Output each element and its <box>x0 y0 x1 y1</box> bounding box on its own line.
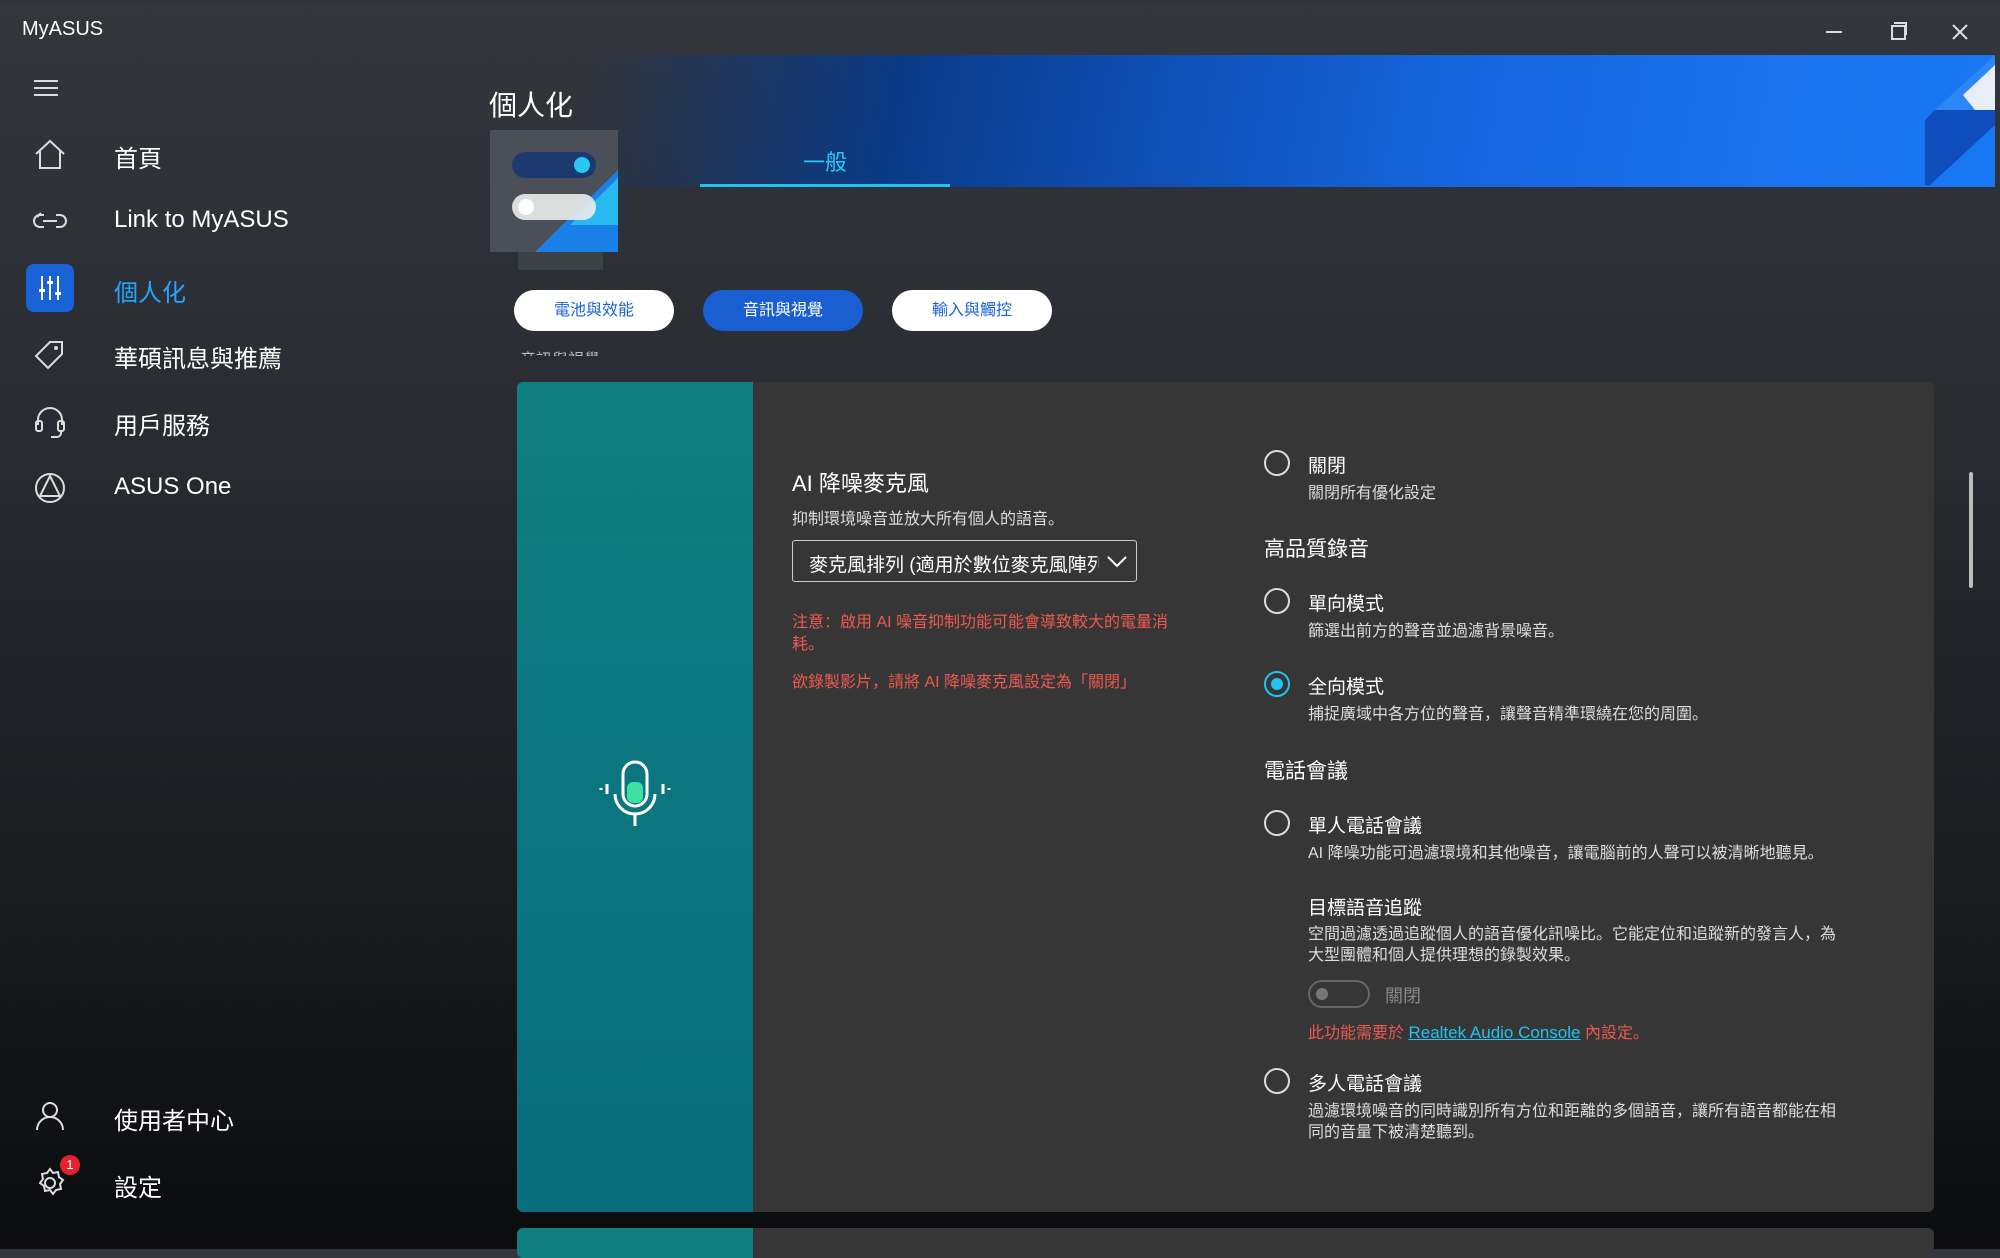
tag-icon <box>26 330 74 378</box>
toggle-knob <box>1316 988 1328 1000</box>
multi-call-radio[interactable] <box>1264 1068 1290 1094</box>
card-feature-panel <box>517 382 753 1212</box>
unidirectional-option-description: 篩選出前方的聲音並過濾背景噪音。 <box>1308 623 1565 640</box>
sliders-icon <box>26 264 74 312</box>
ai-mic-title: AI 降噪麥克風 <box>792 471 929 496</box>
sidebar-item-settings[interactable]: 1 設定 <box>20 1155 460 1211</box>
scrollbar-thumb[interactable] <box>1969 472 1973 588</box>
ai-mic-description: 抑制環境噪音並放大所有個人的語音。 <box>792 511 1065 528</box>
sidebar-item-home[interactable]: 首頁 <box>20 126 460 182</box>
asus-one-icon <box>26 464 74 512</box>
realtek-requirement-note: 此功能需要於 Realtek Audio Console 內設定。 <box>1308 1019 1649 1043</box>
power-warning-text: 注意：啟用 AI 噪音抑制功能可能會導致較大的電量消耗。 <box>792 614 1169 653</box>
app-title: MyASUS <box>22 18 104 40</box>
page-title: 個人化 <box>489 90 574 121</box>
minimize-icon <box>1826 31 1842 33</box>
next-card <box>517 1228 1934 1258</box>
voice-tracking-toggle-label: 關閉 <box>1385 986 1421 1006</box>
sidebar-item-personalization[interactable]: 個人化 <box>20 260 460 316</box>
close-icon <box>1952 24 1968 40</box>
off-radio[interactable] <box>1264 450 1290 476</box>
unidirectional-radio[interactable] <box>1264 588 1290 614</box>
sidebar-item-label: Link to MyASUS <box>114 206 289 233</box>
voice-tracking-title: 目標語音追蹤 <box>1308 898 1423 919</box>
sidebar-item-label: 首頁 <box>114 146 162 173</box>
sidebar-item-user-center[interactable]: 使用者中心 <box>20 1088 460 1144</box>
mic-array-dropdown[interactable]: 麥克風排列 (適用於數位麥克風陣列) <box>792 540 1137 582</box>
sidebar-item-label: 設定 <box>114 1175 162 1202</box>
off-option-label: 關閉 <box>1308 456 1347 477</box>
banner-corner-decoration <box>1925 55 1995 185</box>
chevron-down-icon <box>1107 556 1127 568</box>
sidebar-item-label: 用戶服務 <box>114 413 210 440</box>
requirement-suffix: 內設定。 <box>1584 1025 1649 1042</box>
sidebar-item-asus-one[interactable]: ASUS One <box>20 460 460 516</box>
toggle-illustration <box>490 130 618 270</box>
sidebar-item-link[interactable]: Link to MyASUS <box>20 193 460 249</box>
recording-warning-text: 欲錄製影片，請將 AI 降噪麥克風設定為「關閉」 <box>792 674 1137 691</box>
unidirectional-option-label: 單向模式 <box>1308 594 1385 615</box>
sidebar-item-label: 華碩訊息與推薦 <box>114 346 282 373</box>
conference-call-heading: 電話會議 <box>1264 760 1348 783</box>
microphone-icon <box>599 760 671 826</box>
user-icon <box>26 1092 74 1140</box>
voice-tracking-description: 空間過濾透過追蹤個人的語音優化訊噪比。它能定位和追蹤新的發言人，為大型團體和個人… <box>1308 926 1837 964</box>
multi-call-option-description: 過濾環境噪音的同時識別所有方位和距離的多個語音，讓所有語音都能在相同的音量下被清… <box>1308 1103 1837 1141</box>
section-heading: 音訊與視覺 <box>520 346 600 356</box>
voice-tracking-toggle[interactable] <box>1308 980 1370 1008</box>
tab-underline <box>700 184 950 187</box>
ai-noise-cancel-card <box>517 382 1934 1212</box>
tab-general[interactable]: 一般 <box>700 145 950 189</box>
header-banner <box>470 55 1995 187</box>
restore-button[interactable] <box>1875 14 1919 50</box>
home-icon <box>26 130 74 178</box>
requirement-prefix: 此功能需要於 <box>1308 1025 1405 1042</box>
category-battery-performance-button[interactable]: 電池與效能 <box>514 290 674 331</box>
omnidirectional-option-label: 全向模式 <box>1308 677 1385 698</box>
single-call-option-description: AI 降噪功能可過濾環境和其他噪音，讓電腦前的人聲可以被清晰地聽見。 <box>1308 845 1824 862</box>
sidebar-item-label: 個人化 <box>114 280 186 307</box>
realtek-audio-console-link[interactable]: Realtek Audio Console <box>1408 1023 1580 1042</box>
minimize-button[interactable] <box>1812 14 1856 50</box>
omnidirectional-option-description: 捕捉廣域中各方位的聲音，讓聲音精準環繞在您的周圍。 <box>1308 706 1709 723</box>
link-icon <box>26 197 74 245</box>
category-audio-visual-button[interactable]: 音訊與視覺 <box>703 290 863 331</box>
headset-icon <box>26 397 74 445</box>
close-button[interactable] <box>1938 14 1982 50</box>
title-bar: MyASUS <box>0 0 2000 62</box>
single-call-option-label: 單人電話會議 <box>1308 816 1423 837</box>
dropdown-selected-value: 麥克風排列 (適用於數位麥克風陣列) <box>809 555 1099 576</box>
notification-badge: 1 <box>60 1155 80 1175</box>
sidebar-item-support[interactable]: 用戶服務 <box>20 393 460 449</box>
sidebar-item-news[interactable]: 華碩訊息與推薦 <box>20 326 460 382</box>
category-input-touch-button[interactable]: 輸入與觸控 <box>892 290 1052 331</box>
sidebar-item-label: 使用者中心 <box>114 1108 234 1135</box>
single-call-radio[interactable] <box>1264 810 1290 836</box>
high-quality-recording-heading: 高品質錄音 <box>1264 538 1369 561</box>
multi-call-option-label: 多人電話會議 <box>1308 1074 1423 1095</box>
sidebar-item-label: ASUS One <box>114 473 232 500</box>
off-option-description: 關閉所有優化設定 <box>1308 485 1437 502</box>
menu-toggle-button[interactable] <box>34 80 58 98</box>
omnidirectional-radio[interactable] <box>1264 671 1290 697</box>
